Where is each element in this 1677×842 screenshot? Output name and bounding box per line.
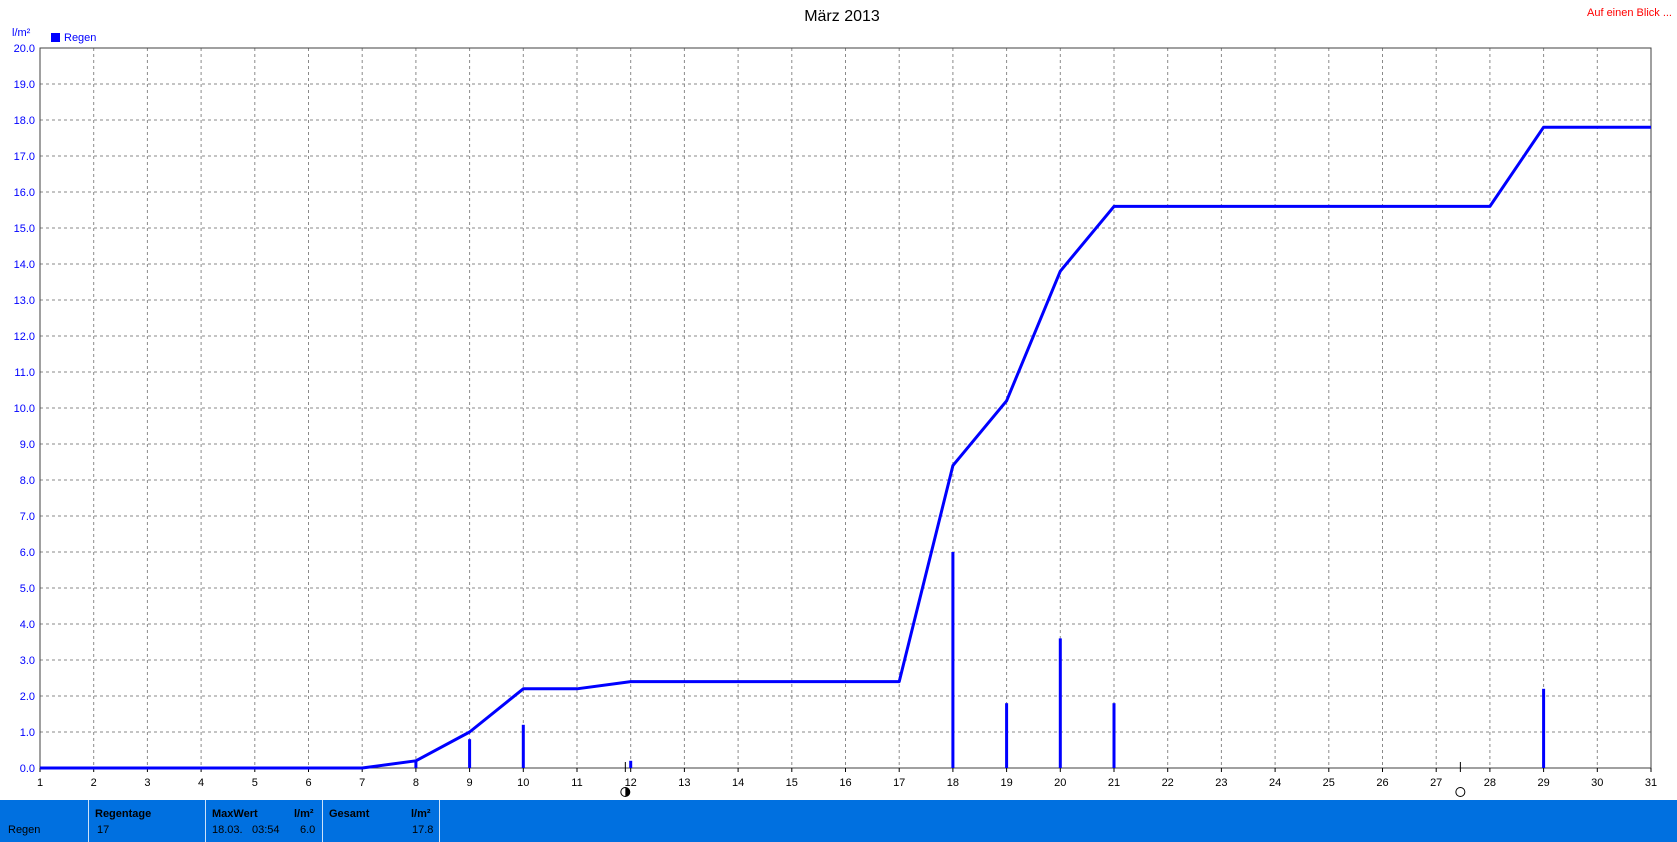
y-tick-label: 5.0 xyxy=(20,583,35,595)
stats-row-label-cell: Regen xyxy=(0,800,88,842)
regentage-value: 17 xyxy=(97,824,110,836)
y-tick-label: 4.0 xyxy=(20,619,35,631)
x-tick-label: 16 xyxy=(839,777,851,789)
x-tick-label: 27 xyxy=(1430,777,1442,789)
y-tick-label: 0.0 xyxy=(20,763,35,775)
y-tick-label: 15.0 xyxy=(14,223,35,235)
maxwert-unit: l/m² xyxy=(294,808,314,820)
gesamt-unit: l/m² xyxy=(411,808,431,820)
y-axis-unit: l/m² xyxy=(12,27,31,39)
x-tick-label: 6 xyxy=(305,777,311,789)
divider xyxy=(439,800,440,842)
legend-label: Regen xyxy=(64,32,96,44)
y-tick-label: 1.0 xyxy=(20,727,35,739)
y-tick-label: 8.0 xyxy=(20,475,35,487)
x-tick-label: 14 xyxy=(732,777,744,789)
rain-bar xyxy=(629,760,633,768)
y-axis-ticks: 0.0 1.0 2.0 3.0 4.0 5.0 6.0 7.0 8.0 9.0 10.0 11.0 12… xyxy=(14,43,35,775)
overview-link[interactable]: Auf einen Blick ... xyxy=(1587,7,1672,19)
y-tick-label: 9.0 xyxy=(20,439,35,451)
x-tick-label: 10 xyxy=(517,777,529,789)
x-tick-label: 3 xyxy=(144,777,150,789)
x-tick-label: 24 xyxy=(1269,777,1281,789)
rain-bar xyxy=(1005,703,1009,768)
stats-row-label: Regen xyxy=(8,824,41,836)
gesamt-cell: Gesamt l/m² 17.8 xyxy=(323,800,439,842)
rain-bar xyxy=(521,724,525,768)
y-tick-label: 2.0 xyxy=(20,691,35,703)
moon-phases xyxy=(620,762,1466,797)
rain-bar xyxy=(1112,703,1116,768)
y-tick-label: 10.0 xyxy=(14,403,35,415)
regentage-cell: Regentage 17 xyxy=(89,800,205,842)
y-tick-label: 17.0 xyxy=(14,151,35,163)
bar-series xyxy=(414,552,1546,768)
x-tick-label: 5 xyxy=(252,777,258,789)
y-tick-label: 16.0 xyxy=(14,187,35,199)
legend-swatch xyxy=(51,33,60,42)
x-tick-label: 9 xyxy=(467,777,473,789)
gesamt-value: 17.8 xyxy=(412,824,434,836)
regentage-label: Regentage xyxy=(95,808,152,820)
x-tick-label: 30 xyxy=(1591,777,1603,789)
x-tick-label: 7 xyxy=(359,777,365,789)
x-tick-label: 8 xyxy=(413,777,419,789)
x-tick-label: 28 xyxy=(1484,777,1496,789)
chart-title: März 2013 xyxy=(804,8,880,25)
x-tick-label: 11 xyxy=(571,777,582,789)
y-tick-label: 11.0 xyxy=(14,367,35,379)
x-tick-label: 25 xyxy=(1323,777,1335,789)
x-tick-label: 2 xyxy=(91,777,97,789)
x-tick-label: 21 xyxy=(1108,777,1120,789)
y-tick-label: 18.0 xyxy=(14,115,35,127)
y-tick-label: 7.0 xyxy=(20,511,35,523)
y-tick-label: 13.0 xyxy=(14,295,35,307)
rain-bar xyxy=(1058,638,1062,768)
y-tick-label: 20.0 xyxy=(14,43,35,55)
gesamt-label: Gesamt xyxy=(329,808,370,820)
rain-bar xyxy=(468,739,472,768)
x-tick-label: 31 xyxy=(1645,777,1657,789)
stats-bar: Regen Regentage 17 MaxWert l/m² 18.03. 0… xyxy=(0,800,1677,842)
y-tick-label: 3.0 xyxy=(20,655,35,667)
x-tick-label: 13 xyxy=(678,777,690,789)
x-tick-label: 26 xyxy=(1376,777,1388,789)
x-tick-label: 20 xyxy=(1054,777,1066,789)
x-tick-label: 29 xyxy=(1537,777,1549,789)
grid xyxy=(40,48,1651,768)
maxwert-cell: MaxWert l/m² 18.03. 03:54 6.0 xyxy=(206,800,322,842)
full-moon-icon xyxy=(1455,787,1466,797)
x-tick-label: 4 xyxy=(198,777,204,789)
x-tick-label: 1 xyxy=(37,777,43,789)
x-tick-label: 19 xyxy=(1000,777,1012,789)
x-tick-label: 23 xyxy=(1215,777,1227,789)
maxwert-label: MaxWert xyxy=(212,808,258,820)
maxwert-value: 6.0 xyxy=(300,824,316,836)
maxwert-time: 03:54 xyxy=(252,824,280,836)
y-tick-label: 12.0 xyxy=(14,331,35,343)
half-moon-icon xyxy=(620,787,631,797)
x-tick-label: 18 xyxy=(947,777,959,789)
x-tick-label: 22 xyxy=(1162,777,1174,789)
rain-bar xyxy=(951,552,955,768)
x-tick-label: 17 xyxy=(893,777,905,789)
maxwert-date: 18.03. xyxy=(212,824,243,836)
x-axis-ticks: 1 2 3 4 5 6 7 8 9 10 11 12 13 14 15 16 17 18 19 20 21 22 23 24 2… xyxy=(37,768,1657,789)
rain-chart: März 2013 Auf einen Blick ... l/m² Regen… xyxy=(12,7,1672,797)
y-tick-label: 14.0 xyxy=(14,259,35,271)
y-tick-label: 19.0 xyxy=(14,79,35,91)
x-tick-label: 15 xyxy=(786,777,798,789)
y-tick-label: 6.0 xyxy=(20,547,35,559)
rain-bar xyxy=(1542,688,1546,768)
